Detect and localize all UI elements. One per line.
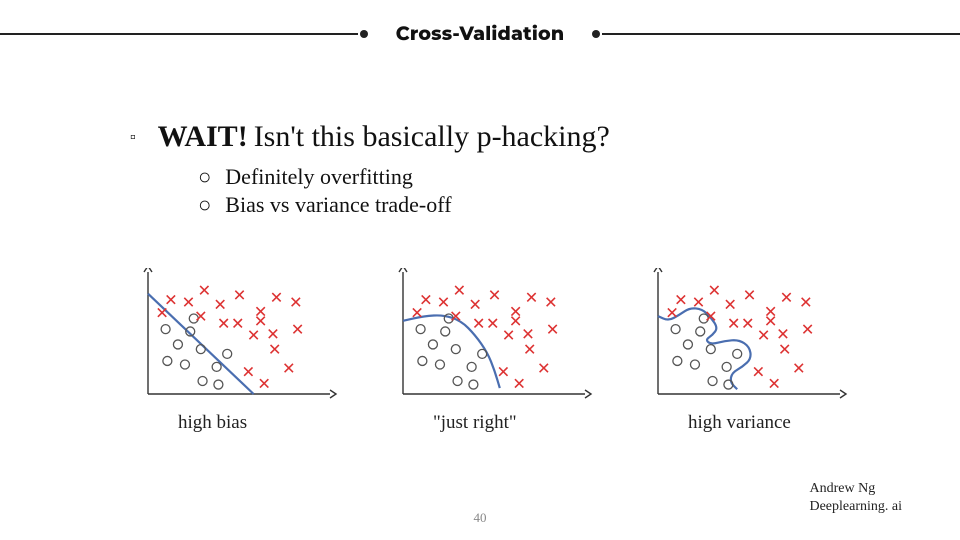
header-line-icon (0, 33, 358, 35)
circle-bullet-icon: ○ (198, 192, 211, 218)
square-bullet-icon: ▫ (130, 129, 136, 147)
header-rule-left (0, 30, 374, 38)
plot-high-bias (118, 268, 338, 408)
bullet-level2: ○ Definitely overfitting (198, 164, 880, 190)
slide-title: Cross-Validation (374, 22, 586, 45)
slide-header: Cross-Validation (0, 22, 960, 45)
figure-just-right: "just right" (373, 268, 593, 434)
figure-high-variance: high variance (628, 268, 848, 434)
header-dot-icon (592, 30, 600, 38)
bullet-level1: ▫ WAIT! Isn't this basically p-hacking? (130, 120, 880, 154)
slide-body: ▫ WAIT! Isn't this basically p-hacking? … (130, 120, 880, 220)
page-number: 40 (0, 510, 960, 526)
figure-row: high bias "just right" high variance (118, 268, 848, 434)
header-line-icon (602, 33, 960, 35)
bullet-text: Isn't this basically p-hacking? (254, 120, 610, 154)
header-rule-right (586, 30, 960, 38)
header-dot-icon (360, 30, 368, 38)
figure-caption: "just right" (373, 412, 593, 434)
credit-line: Andrew Ng (809, 480, 902, 498)
bullet-emphasis: WAIT! (158, 120, 248, 154)
bullet-text: Definitely overfitting (225, 164, 413, 190)
figure-caption: high variance (628, 412, 848, 434)
circle-bullet-icon: ○ (198, 164, 211, 190)
figure-caption: high bias (118, 412, 338, 434)
slide: Cross-Validation ▫ WAIT! Isn't this basi… (0, 0, 960, 540)
plot-high-variance (628, 268, 848, 408)
bullet-level2: ○ Bias vs variance trade-off (198, 192, 880, 218)
bullet-text: Bias vs variance trade-off (225, 192, 451, 218)
figure-high-bias: high bias (118, 268, 338, 434)
plot-just-right (373, 268, 593, 408)
